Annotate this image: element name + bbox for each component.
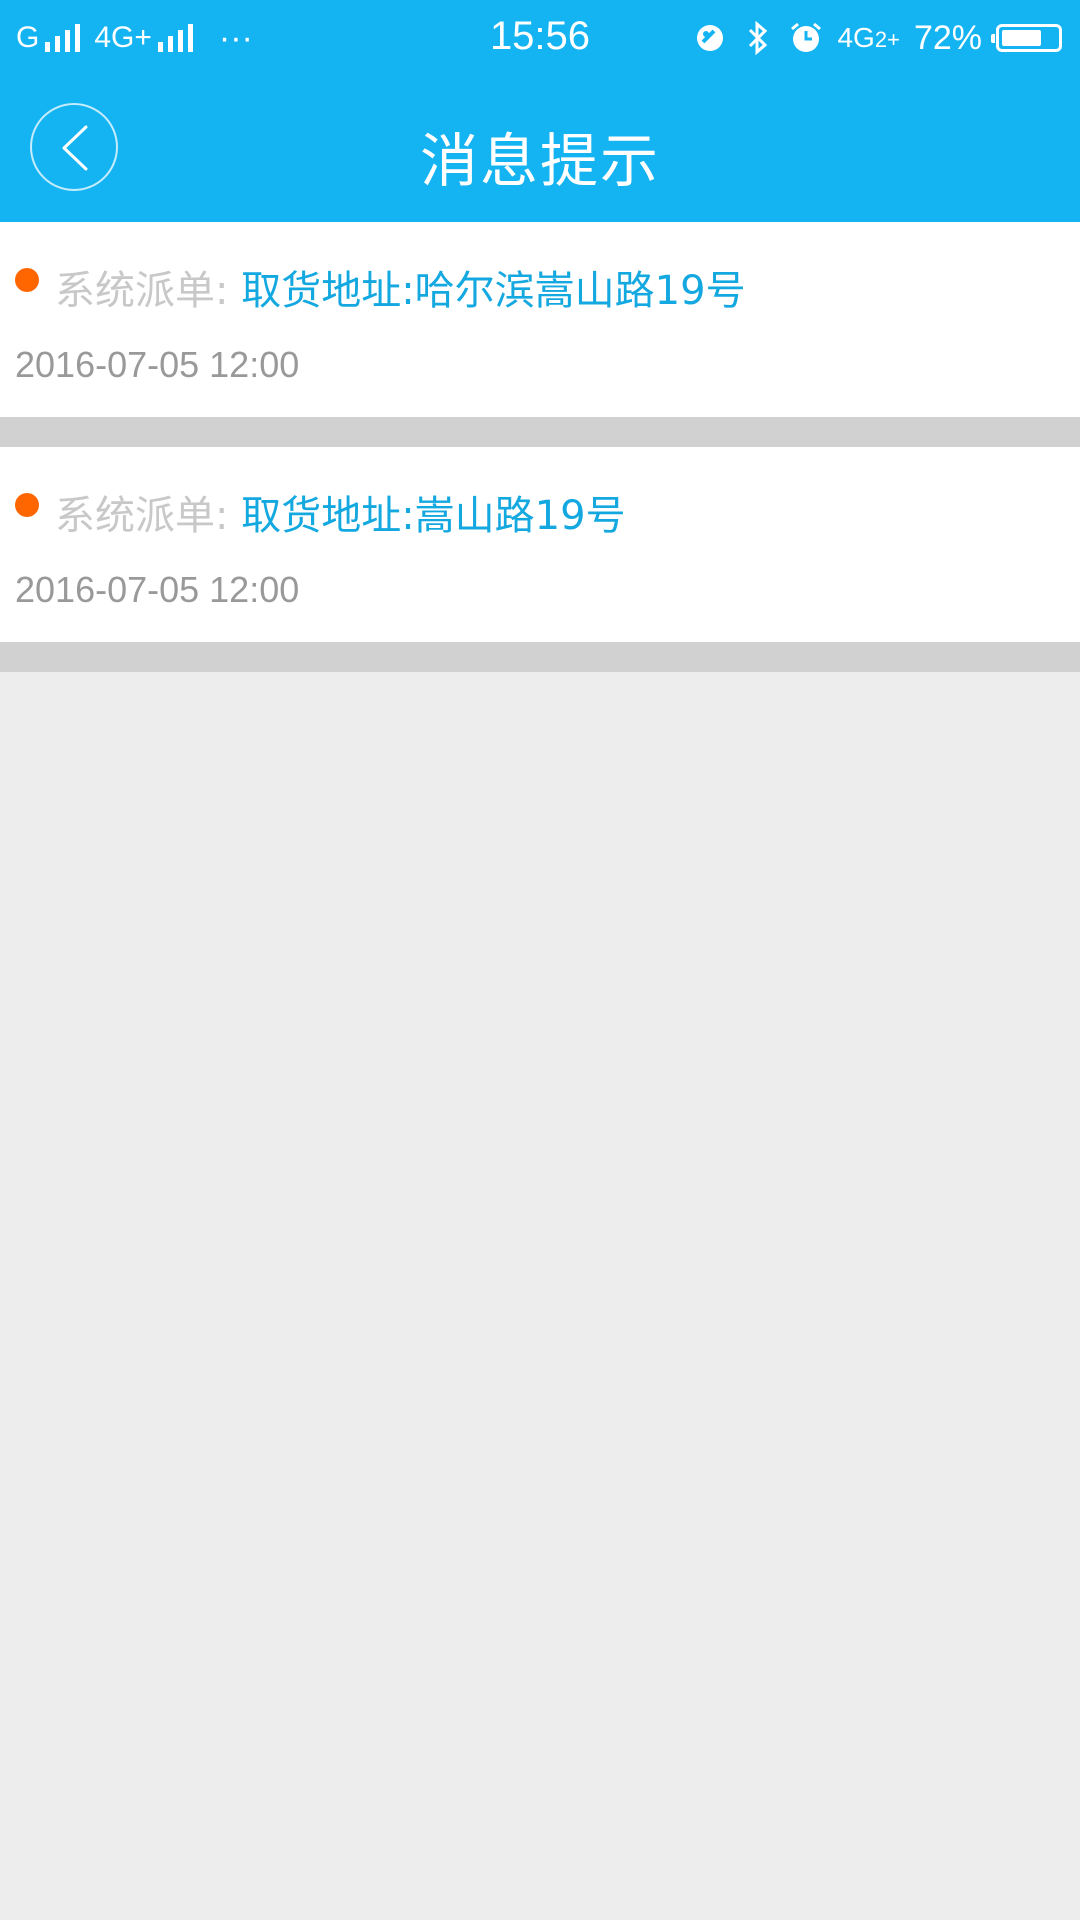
message-list: 系统派单: 取货地址:哈尔滨嵩山路19号 2016-07-05 12:00 系统… [0,222,1080,672]
page-title: 消息提示 [419,127,660,195]
message-content: 取货地址:嵩山路19号 [241,493,626,539]
app-top-area: G 4G+ ··· 15:56 4G2+ 72% 消息提示 [0,0,1080,222]
rotation-lock-icon [693,21,727,55]
message-type-label: 系统派单: [55,268,242,314]
network-type-sup: 2+ [874,27,900,52]
network-type: 4G2+ [837,22,899,54]
unread-dot-icon [15,268,39,292]
divider [0,417,1080,447]
divider [0,642,1080,672]
message-time: 2016-07-05 12:00 [15,569,300,610]
bluetooth-icon [741,20,775,56]
list-item[interactable]: 系统派单: 取货地址:嵩山路19号 2016-07-05 12:00 [0,447,1080,642]
status-bar: G 4G+ ··· 15:56 4G2+ 72% [0,0,1080,76]
battery-percent: 72% [913,18,982,57]
message-content: 取货地址:哈尔滨嵩山路19号 [241,268,746,314]
title-bar: 消息提示 [0,76,1080,222]
battery-fill [1002,30,1041,46]
battery-icon [991,24,1062,52]
status-right: 4G2+ 72% [693,16,1062,60]
message-line: 系统派单: 取货地址:嵩山路19号 [55,483,626,541]
message-type-label: 系统派单: [55,493,242,539]
alarm-icon [789,21,823,55]
message-line: 系统派单: 取货地址:哈尔滨嵩山路19号 [55,258,746,316]
list-item[interactable]: 系统派单: 取货地址:哈尔滨嵩山路19号 2016-07-05 12:00 [0,222,1080,417]
message-time: 2016-07-05 12:00 [15,344,300,385]
network-type-label: 4G [837,22,875,53]
unread-dot-icon [15,493,39,517]
